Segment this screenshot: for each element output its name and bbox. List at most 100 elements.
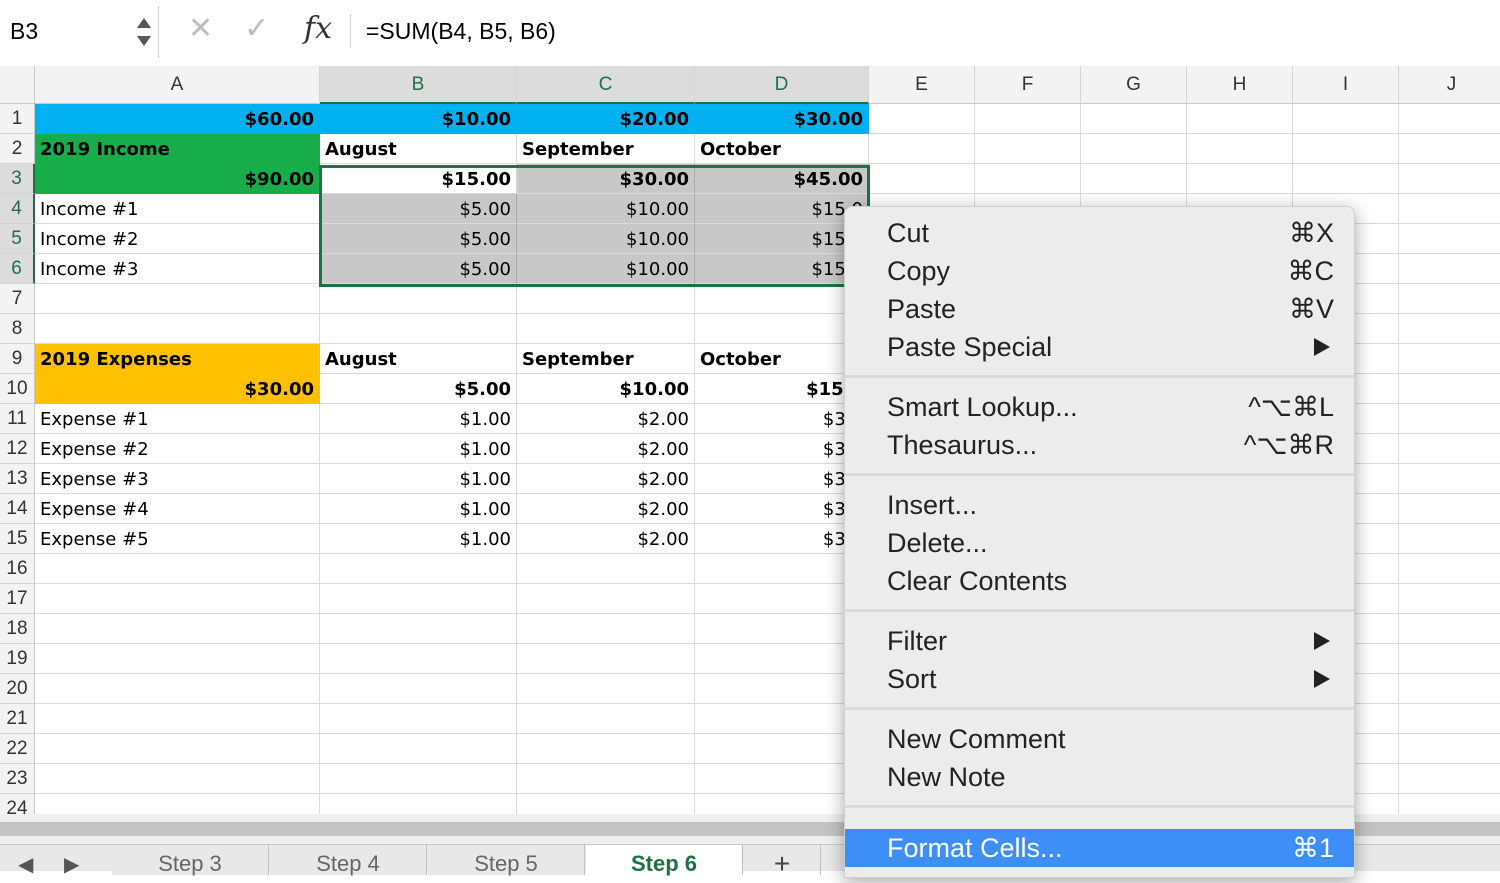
cell-b17[interactable] (320, 584, 517, 614)
cell-c23[interactable] (517, 764, 695, 794)
cell-j4[interactable] (1399, 194, 1500, 224)
row-header-22[interactable]: 22 (0, 734, 35, 764)
row-header-12[interactable]: 12 (0, 434, 35, 464)
cell-a9[interactable]: 2019 Expenses (35, 344, 320, 374)
cell-j5[interactable] (1399, 224, 1500, 254)
cell-b12[interactable]: $1.00 (320, 434, 517, 464)
cell-b10[interactable]: $5.00 (320, 374, 517, 404)
cell-c4[interactable]: $10.00 (517, 194, 695, 224)
cell-a12[interactable]: Expense #2 (35, 434, 320, 464)
cell-c5[interactable]: $10.00 (517, 224, 695, 254)
cell-j3[interactable] (1399, 164, 1500, 194)
column-header-g[interactable]: G (1081, 66, 1187, 104)
cell-d17[interactable] (695, 584, 869, 614)
cell-a5[interactable]: Income #2 (35, 224, 320, 254)
previous-sheet-icon[interactable]: ◀ (18, 855, 33, 875)
cell-a2[interactable]: 2019 Income (35, 134, 320, 164)
name-box[interactable]: B3 (0, 6, 159, 58)
cell-d1[interactable]: $30.00 (695, 104, 869, 134)
cell-d11[interactable]: $3.0 (695, 404, 869, 434)
cell-j23[interactable] (1399, 764, 1500, 794)
insert-function-icon[interactable]: fx (304, 14, 332, 44)
column-header-c[interactable]: C (517, 66, 695, 104)
cell-b18[interactable] (320, 614, 517, 644)
cell-i2[interactable] (1293, 134, 1399, 164)
cell-c20[interactable] (517, 674, 695, 704)
row-header-16[interactable]: 16 (0, 554, 35, 584)
cell-j9[interactable] (1399, 344, 1500, 374)
cell-b5[interactable]: $5.00 (320, 224, 517, 254)
row-header-20[interactable]: 20 (0, 674, 35, 704)
cell-a24[interactable] (35, 794, 320, 814)
menu-item-sort[interactable]: Sort (845, 660, 1354, 698)
cell-j6[interactable] (1399, 254, 1500, 284)
row-header-19[interactable]: 19 (0, 644, 35, 674)
cell-c21[interactable] (517, 704, 695, 734)
cell-c12[interactable]: $2.00 (517, 434, 695, 464)
cell-f2[interactable] (975, 134, 1081, 164)
cell-b22[interactable] (320, 734, 517, 764)
select-all-corner[interactable] (0, 66, 35, 104)
row-header-7[interactable]: 7 (0, 284, 35, 314)
sheet-tab-step-4[interactable]: Step 4 (270, 845, 427, 876)
cell-b2[interactable]: August (320, 134, 517, 164)
cell-a17[interactable] (35, 584, 320, 614)
cell-d20[interactable] (695, 674, 869, 704)
menu-item-paste[interactable]: Paste ⌘V (845, 290, 1354, 328)
menu-item-insert[interactable]: Insert... (845, 486, 1354, 524)
cell-j16[interactable] (1399, 554, 1500, 584)
cell-a11[interactable]: Expense #1 (35, 404, 320, 434)
column-header-d[interactable]: D (695, 66, 869, 104)
cell-d19[interactable] (695, 644, 869, 674)
add-sheet-button[interactable]: + (744, 845, 821, 879)
cell-d15[interactable]: $3.0 (695, 524, 869, 554)
cell-h1[interactable] (1187, 104, 1293, 134)
cell-a22[interactable] (35, 734, 320, 764)
menu-item-new-comment[interactable]: New Comment (845, 720, 1354, 758)
cell-d9[interactable]: October (695, 344, 869, 374)
cell-b13[interactable]: $1.00 (320, 464, 517, 494)
next-sheet-icon[interactable]: ▶ (64, 855, 79, 875)
row-header-4[interactable]: 4 (0, 194, 35, 224)
column-header-f[interactable]: F (975, 66, 1081, 104)
row-header-1[interactable]: 1 (0, 104, 35, 134)
cell-b16[interactable] (320, 554, 517, 584)
cell-d4[interactable]: $15.0 (695, 194, 869, 224)
cell-d18[interactable] (695, 614, 869, 644)
sheet-tab-step-3[interactable]: Step 3 (112, 845, 269, 876)
name-box-value[interactable]: B3 (10, 18, 38, 45)
cell-a13[interactable]: Expense #3 (35, 464, 320, 494)
column-header-i[interactable]: I (1293, 66, 1399, 104)
cancel-icon[interactable]: ✕ (188, 14, 213, 44)
cell-a10[interactable]: $30.00 (35, 374, 320, 404)
row-header-2[interactable]: 2 (0, 134, 35, 164)
cell-a8[interactable] (35, 314, 320, 344)
cell-j12[interactable] (1399, 434, 1500, 464)
cell-c16[interactable] (517, 554, 695, 584)
cell-g3[interactable] (1081, 164, 1187, 194)
row-header-10[interactable]: 10 (0, 374, 35, 404)
cell-f3[interactable] (975, 164, 1081, 194)
cell-j21[interactable] (1399, 704, 1500, 734)
cell-d24[interactable] (695, 794, 869, 814)
cell-d2[interactable]: October (695, 134, 869, 164)
cell-e1[interactable] (869, 104, 975, 134)
cell-j17[interactable] (1399, 584, 1500, 614)
menu-item-copy[interactable]: Copy ⌘C (845, 252, 1354, 290)
cell-j20[interactable] (1399, 674, 1500, 704)
cell-d6[interactable]: $15.0 (695, 254, 869, 284)
menu-item-paste-special[interactable]: Paste Special (845, 328, 1354, 366)
sheet-tab-step-6[interactable]: Step 6 (586, 845, 743, 876)
cell-a15[interactable]: Expense #5 (35, 524, 320, 554)
cell-c19[interactable] (517, 644, 695, 674)
row-header-13[interactable]: 13 (0, 464, 35, 494)
cell-j14[interactable] (1399, 494, 1500, 524)
cell-b1[interactable]: $10.00 (320, 104, 517, 134)
cell-b3[interactable]: $15.00 (320, 164, 517, 194)
cell-d16[interactable] (695, 554, 869, 584)
row-header-8[interactable]: 8 (0, 314, 35, 344)
cell-d3[interactable]: $45.00 (695, 164, 869, 194)
cell-c3[interactable]: $30.00 (517, 164, 695, 194)
cell-c22[interactable] (517, 734, 695, 764)
row-header-24[interactable]: 24 (0, 794, 35, 814)
